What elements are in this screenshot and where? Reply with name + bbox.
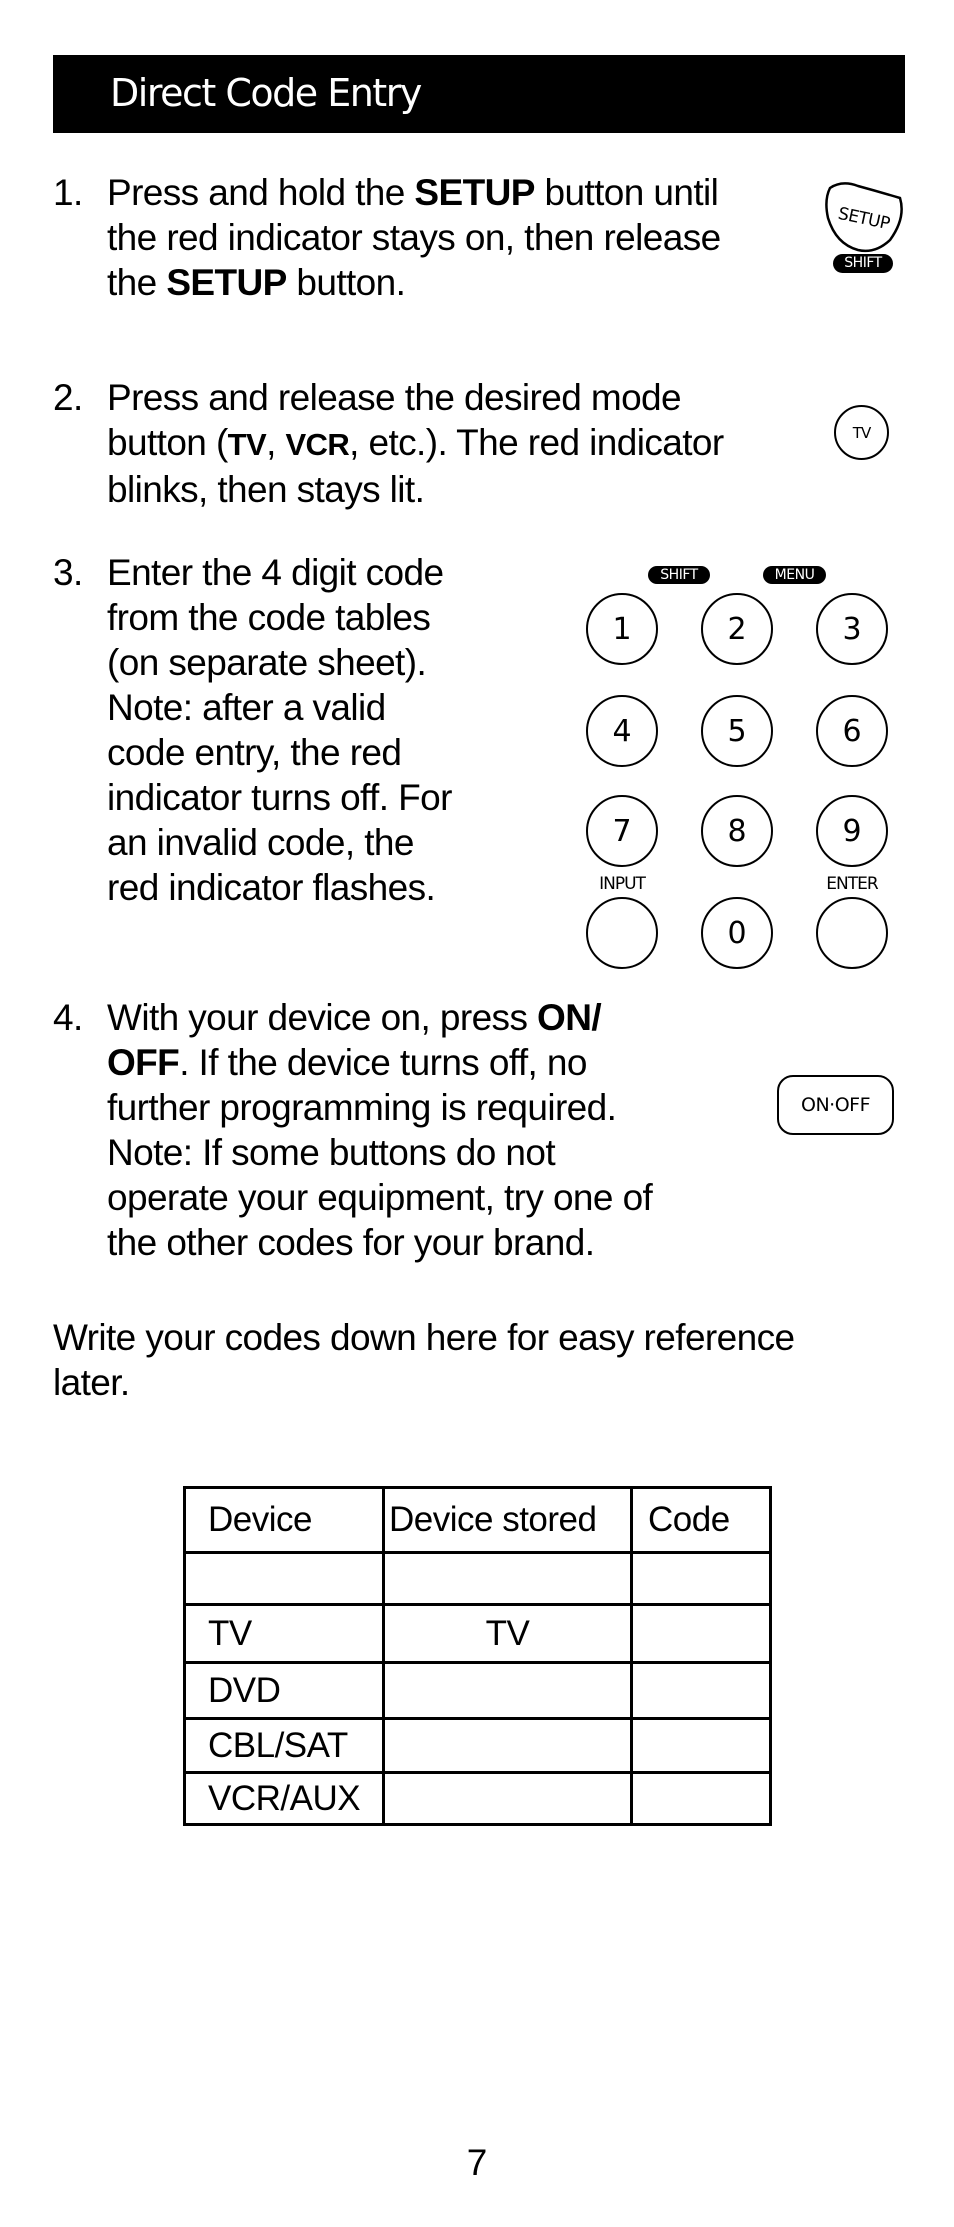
- cell-device: TV: [183, 1603, 385, 1664]
- setup-button-icon: SETUP SHIFT: [820, 178, 910, 278]
- input-key-label: INPUT: [599, 874, 646, 894]
- key-6-icon: 6: [816, 695, 888, 767]
- enter-key-label: ENTER: [826, 874, 878, 894]
- tv-label: TV: [852, 423, 871, 442]
- step-line: code entry, the red: [107, 732, 402, 773]
- step-line: indicator turns off. For: [107, 777, 452, 818]
- cell-device: VCR/AUX: [183, 1771, 385, 1826]
- section-title: Direct Code Entry: [110, 71, 422, 115]
- step-text: Press and release the desired mode button…: [107, 375, 724, 512]
- header-code: Code: [630, 1486, 772, 1554]
- step-line: OFF. If the device turns off, no: [107, 1042, 587, 1083]
- step-line: Note: If some buttons do not: [107, 1132, 556, 1173]
- section-header-bar: Direct Code Entry: [53, 55, 905, 133]
- step-line: button (TV, VCR, etc.). The red indicato…: [107, 422, 724, 463]
- key-label: 6: [842, 713, 862, 749]
- cell-device-stored: TV: [382, 1603, 633, 1664]
- table-row: [183, 1551, 772, 1606]
- shift-pill-label: SHIFT: [648, 566, 710, 584]
- table-row: DVD: [183, 1661, 772, 1720]
- key-label: 2: [727, 611, 747, 647]
- step-text: Enter the 4 digit code from the code tabl…: [107, 550, 452, 910]
- cell-code: [630, 1771, 772, 1826]
- step-number: 1.: [53, 172, 83, 213]
- step-line: (on separate sheet).: [107, 642, 427, 683]
- key-label: 8: [727, 813, 747, 849]
- key-label: 4: [612, 713, 632, 749]
- bold-term: SETUP: [414, 172, 535, 213]
- key-label: 0: [727, 915, 747, 951]
- step-line: With your device on, press ON/: [107, 997, 602, 1038]
- step-line: from the code tables: [107, 597, 431, 638]
- step-line: Press and release the desired mode: [107, 377, 682, 418]
- step-line: the other codes for your brand.: [107, 1222, 595, 1263]
- key-5-icon: 5: [701, 695, 773, 767]
- shift-label: SHIFT: [833, 254, 893, 273]
- cell-device-stored: [382, 1551, 633, 1606]
- step-line: the SETUP button.: [107, 262, 406, 303]
- cell-code: [630, 1661, 772, 1720]
- enter-key-icon: [816, 897, 888, 969]
- reference-note-line-1: Write your codes down here for easy refe…: [53, 1317, 795, 1358]
- reference-note-line-2: later.: [53, 1362, 130, 1403]
- cell-code: [630, 1603, 772, 1664]
- step-number: 2.: [53, 377, 83, 418]
- step-line: blinks, then stays lit.: [107, 469, 425, 510]
- key-1-icon: 1: [586, 593, 658, 665]
- table-row: TV TV: [183, 1603, 772, 1664]
- step-number: 3.: [53, 552, 83, 593]
- step-line: Press and hold the SETUP button until: [107, 172, 719, 213]
- bold-term: VCR: [285, 427, 350, 462]
- table-row: CBL/SAT: [183, 1717, 772, 1774]
- key-9-icon: 9: [816, 795, 888, 867]
- page-number: 7: [466, 2142, 488, 2183]
- key-4-icon: 4: [586, 695, 658, 767]
- cell-device: [183, 1551, 385, 1606]
- step-line: Note: after a valid: [107, 687, 386, 728]
- cell-code: [630, 1551, 772, 1606]
- step-line: further programming is required.: [107, 1087, 617, 1128]
- table-header-row: Device Device stored Code: [183, 1486, 772, 1554]
- step-text: With your device on, press ON/OFF. If th…: [107, 995, 653, 1265]
- key-2-icon: 2: [701, 593, 773, 665]
- cell-device: DVD: [183, 1661, 385, 1720]
- step-number: 4.: [53, 997, 83, 1038]
- bold-term: SETUP: [166, 262, 287, 303]
- step-line: Enter the 4 digit code: [107, 552, 444, 593]
- header-device-stored: Device stored: [382, 1486, 633, 1554]
- key-label: 5: [727, 713, 747, 749]
- key-label: 9: [842, 813, 862, 849]
- key-label: 7: [612, 813, 632, 849]
- step-text: Press and hold the SETUP button until the…: [107, 170, 721, 305]
- step-line: red indicator flashes.: [107, 867, 436, 908]
- key-label: 1: [612, 611, 632, 647]
- table-row: VCR/AUX: [183, 1771, 772, 1826]
- key-0-icon: 0: [701, 897, 773, 969]
- reference-note: Write your codes down here for easy refe…: [53, 1315, 795, 1405]
- menu-pill-label: MENU: [763, 566, 826, 584]
- cell-device-stored: [382, 1717, 633, 1774]
- header-device: Device: [183, 1486, 385, 1554]
- bold-term: ON/: [537, 997, 602, 1038]
- input-key-icon: [586, 897, 658, 969]
- step-line: the red indicator stays on, then release: [107, 217, 721, 258]
- on-off-button-icon: ON·OFF: [777, 1075, 894, 1135]
- step-line: operate your equipment, try one of: [107, 1177, 653, 1218]
- step-line: an invalid code, the: [107, 822, 414, 863]
- cell-device-stored: [382, 1661, 633, 1720]
- cell-device: CBL/SAT: [183, 1717, 385, 1774]
- codes-table: Device Device stored Code TV TV DVD CBL/…: [183, 1486, 772, 1826]
- key-8-icon: 8: [701, 795, 773, 867]
- key-label: 3: [842, 611, 862, 647]
- on-off-label: ON·OFF: [800, 1094, 871, 1116]
- tv-button-icon: TV: [834, 405, 889, 460]
- key-7-icon: 7: [586, 795, 658, 867]
- bold-term: TV: [227, 427, 267, 462]
- cell-device-stored: [382, 1771, 633, 1826]
- key-3-icon: 3: [816, 593, 888, 665]
- bold-term: OFF: [107, 1042, 180, 1083]
- cell-code: [630, 1717, 772, 1774]
